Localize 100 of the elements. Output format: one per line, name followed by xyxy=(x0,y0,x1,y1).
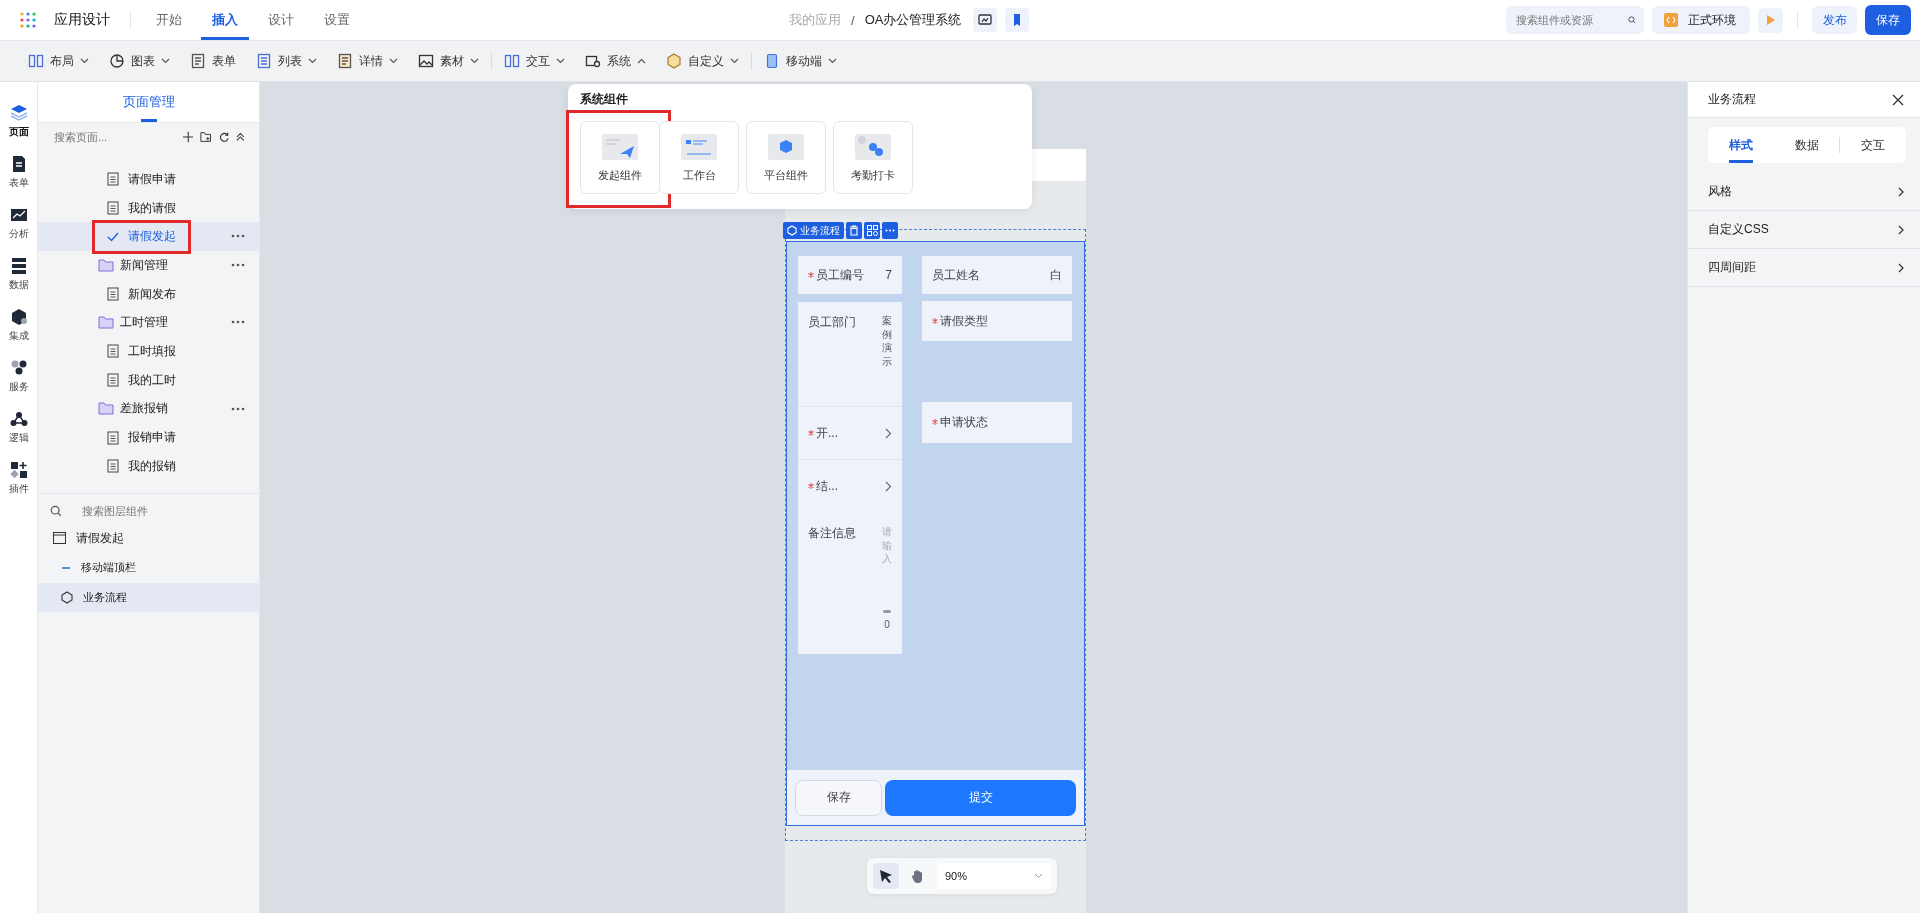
layer-item[interactable]: 请假发起 xyxy=(38,523,259,554)
document-icon xyxy=(107,287,119,302)
tree-page-item[interactable]: 我的报销 xyxy=(92,455,191,478)
field-label: 开... xyxy=(808,424,838,442)
chevron-right-icon[interactable] xyxy=(885,480,892,492)
zoom-select[interactable]: 90% xyxy=(937,863,1051,889)
more-icon[interactable] xyxy=(231,263,245,268)
hexagon-icon xyxy=(787,225,797,236)
columns-icon xyxy=(28,53,44,69)
nav-rail-item[interactable]: 页面 xyxy=(1,102,36,141)
toolbar-menu-button[interactable]: 素材 xyxy=(410,47,487,75)
business-flow-component[interactable]: 员工编号 7 员工部门 案例演示 开... 结... 备注信息 请输入 0 员工姓名 白 请假类型 申请状态 保存 提交 xyxy=(786,241,1085,826)
toolbar-menu-button[interactable]: 详情 xyxy=(329,47,406,75)
layer-item[interactable]: 移动端顶栏 xyxy=(38,553,259,583)
more-icon[interactable] xyxy=(231,234,245,239)
nav-rail-item[interactable]: 数据 xyxy=(1,255,36,294)
submit-button[interactable]: 提交 xyxy=(885,779,1076,816)
tree-page-item[interactable]: 请假申请 xyxy=(92,168,191,191)
nav-rail-item[interactable]: 服务 xyxy=(1,357,36,396)
tree-folder[interactable]: 工时管理 xyxy=(38,308,259,338)
caret-down-icon xyxy=(80,58,89,64)
component-card[interactable]: 工作台 xyxy=(659,121,739,194)
more-button[interactable] xyxy=(882,222,898,239)
save-draft-button[interactable]: 保存 xyxy=(795,779,882,816)
top-tab[interactable]: 设置 xyxy=(313,0,361,40)
preview-button[interactable] xyxy=(973,8,998,32)
nav-rail-item[interactable]: 表单 xyxy=(1,153,36,192)
panel-tab[interactable]: 样式 xyxy=(1708,127,1774,163)
field-label: 备注信息 xyxy=(808,525,856,542)
layer-item[interactable]: 业务流程 xyxy=(38,582,259,613)
app-grid-icon[interactable] xyxy=(20,12,36,28)
bookmark-button[interactable] xyxy=(1005,8,1030,32)
breadcrumb-separator: / xyxy=(851,12,855,28)
close-icon[interactable] xyxy=(1892,93,1904,106)
more-icon[interactable] xyxy=(231,320,245,325)
panel-tab[interactable]: 页面管理 xyxy=(122,93,175,122)
app-name: OA办公管理系统 xyxy=(864,11,962,29)
toolbar-menu-button[interactable]: 系统 xyxy=(577,47,654,75)
search-field[interactable]: 搜索组件或资源 xyxy=(1514,13,1628,27)
caret-up-icon xyxy=(637,58,646,64)
component-card[interactable]: 考勤打卡 xyxy=(833,121,913,194)
nav-rail-item[interactable]: 插件 xyxy=(1,459,36,498)
chevron-right-icon[interactable] xyxy=(885,427,892,439)
chevron-right-icon xyxy=(1898,186,1904,197)
tree-page-item[interactable]: 我的工时 xyxy=(92,369,191,392)
collapsible-section[interactable]: 四周间距 xyxy=(1688,249,1920,287)
nav-rail-item[interactable]: 分析 xyxy=(1,204,36,243)
collapsible-section[interactable]: 自定义CSS xyxy=(1688,211,1920,249)
save-button[interactable]: 保存 xyxy=(1865,5,1911,35)
grid-icon xyxy=(866,225,878,236)
collapse-icon[interactable] xyxy=(236,131,245,143)
panel-tab[interactable]: 交互 xyxy=(1840,127,1906,163)
field-label: 请假类型 xyxy=(932,312,988,330)
more-icon[interactable] xyxy=(231,406,245,411)
tree-folder[interactable]: 差旅报销 xyxy=(38,394,259,424)
blocks-icon xyxy=(9,461,28,479)
refresh-icon[interactable] xyxy=(218,131,230,143)
top-tab[interactable]: 设计 xyxy=(257,0,305,40)
top-tab[interactable]: 开始 xyxy=(145,0,193,40)
toolbar-menu-button[interactable]: 布局 xyxy=(20,47,97,75)
component-card[interactable]: 平台组件 xyxy=(746,121,826,194)
plus-icon[interactable] xyxy=(183,131,194,143)
component-tag[interactable]: 业务流程 xyxy=(783,222,844,239)
tree-page-item[interactable]: 工时填报 xyxy=(92,340,191,363)
component-card[interactable]: 发起组件 xyxy=(580,121,660,194)
delete-button[interactable] xyxy=(846,222,862,239)
environment-button[interactable]: 正式环境 xyxy=(1652,6,1750,34)
search-bar[interactable]: 搜索组件或资源 xyxy=(1506,6,1644,34)
cursor-icon xyxy=(878,868,894,884)
hexagon-icon xyxy=(61,590,73,604)
copy-button[interactable] xyxy=(864,222,880,239)
publish-button[interactable]: 发布 xyxy=(1812,6,1857,34)
toolbar-menu-button[interactable]: 自定义 xyxy=(658,47,747,75)
collapsible-section[interactable]: 风格 xyxy=(1688,173,1920,211)
layer-search-field[interactable]: 搜索图层组件 xyxy=(80,503,224,518)
resize-handle[interactable] xyxy=(883,609,891,613)
toolbar-menu-button[interactable]: 图表 xyxy=(101,47,178,75)
paper-plane-icon xyxy=(600,132,640,162)
toolbar-menu-button[interactable]: 列表 xyxy=(248,47,325,75)
toolbar-menu-button[interactable]: 交互 xyxy=(496,47,573,75)
document-icon xyxy=(107,201,119,216)
nav-rail-item[interactable]: 逻辑 xyxy=(1,408,36,447)
tree-page-item[interactable]: 请假发起 xyxy=(92,219,191,254)
pointer-tool-button[interactable] xyxy=(873,863,899,889)
cube-icon xyxy=(666,53,682,69)
field-label: 员工部门 xyxy=(808,314,856,331)
tree-page-item[interactable]: 报销申请 xyxy=(92,426,191,449)
panel-tab[interactable]: 数据 xyxy=(1773,127,1840,163)
page-search-field[interactable]: 搜索页面... xyxy=(52,130,176,144)
chevron-right-icon xyxy=(1898,224,1904,235)
toolbar-menu-button[interactable]: 移动端 xyxy=(756,47,845,75)
list-icon xyxy=(256,53,272,69)
folder-plus-icon[interactable] xyxy=(200,131,212,143)
tree-page-item[interactable]: 我的请假 xyxy=(92,197,191,220)
document-icon xyxy=(107,172,119,187)
pie-chart-icon xyxy=(109,53,125,69)
toolbar-menu-button[interactable]: 表单 xyxy=(182,47,244,75)
tree-folder[interactable]: 新闻管理 xyxy=(38,251,259,280)
tree-page-item[interactable]: 新闻发布 xyxy=(92,283,191,306)
nav-rail-item[interactable]: 集成 xyxy=(1,306,36,345)
